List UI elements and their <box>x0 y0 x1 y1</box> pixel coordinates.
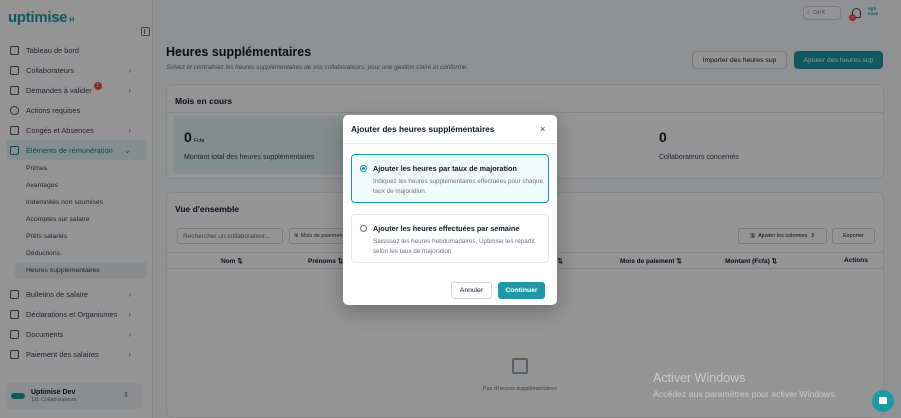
radio-by-rate[interactable] <box>360 165 367 172</box>
windows-activation-title: Activer Windows <box>653 371 746 385</box>
option-title: Ajouter les heures par taux de majoratio… <box>373 164 517 173</box>
option-by-rate[interactable]: Ajouter les heures par taux de majoratio… <box>351 154 549 203</box>
close-icon[interactable]: × <box>540 124 545 134</box>
radio-by-week[interactable] <box>360 225 367 232</box>
chat-icon[interactable] <box>872 390 894 412</box>
cancel-button[interactable]: Annuler <box>451 282 492 299</box>
option-by-week[interactable]: Ajouter les heures effectuées par semain… <box>351 214 549 263</box>
windows-activation-text: Accédez aux paramètres pour activer Wind… <box>653 389 837 399</box>
modal-title: Ajouter des heures supplémentaires <box>351 124 495 134</box>
divider <box>343 143 557 144</box>
option-description: Indiquez les heures supplémentaires effe… <box>373 178 544 195</box>
option-description: Saisissez les heures hebdomadaires, Upti… <box>373 238 535 255</box>
continue-button[interactable]: Continuer <box>498 282 545 299</box>
add-overtime-modal: Ajouter des heures supplémentaires × Ajo… <box>343 115 557 305</box>
option-title: Ajouter les heures effectuées par semain… <box>373 224 520 233</box>
